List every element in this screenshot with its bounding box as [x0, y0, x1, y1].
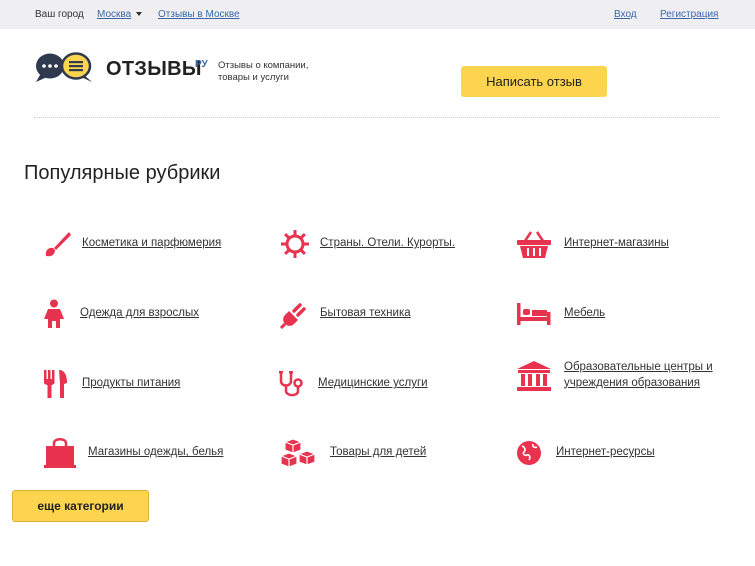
divider [34, 117, 720, 118]
write-review-button[interactable]: Написать отзыв [461, 66, 607, 97]
category-label: Магазины одежды, белья [88, 446, 224, 459]
category-label: Одежда для взрослых [80, 307, 200, 320]
category-label: Косметика и парфюмерия [82, 237, 222, 250]
cubes-icon [278, 438, 320, 468]
category-medical[interactable]: Медицинские услуги [276, 369, 428, 399]
bed-icon [514, 299, 554, 329]
logo-superscript: РУ [195, 59, 208, 70]
category-label: Мебель [564, 307, 606, 320]
sun-icon [280, 229, 310, 259]
category-label: Медицинские услуги [318, 377, 428, 390]
city-reviews-link[interactable]: Отзывы в Москве [158, 9, 240, 20]
register-link[interactable]: Регистрация [660, 9, 718, 20]
category-clothing-stores[interactable]: Магазины одежды, белья [42, 438, 223, 468]
globe-icon [514, 438, 544, 468]
category-kids-goods[interactable]: Товары для детей [278, 438, 426, 468]
category-cosmetics[interactable]: Косметика и парфюмерия [42, 229, 221, 259]
login-link[interactable]: Вход [614, 9, 637, 20]
shopping-bag-icon [42, 438, 78, 468]
more-categories-button[interactable]: еще категории [12, 490, 149, 522]
building-icon [514, 360, 554, 391]
category-education[interactable]: Образовательные центры и учреждения обра… [514, 360, 714, 391]
category-label: Образовательные центры и учреждения обра… [564, 361, 713, 389]
logo-text[interactable]: ОТЗЫВЫ [106, 58, 202, 81]
category-furniture[interactable]: Мебель [514, 299, 605, 329]
logo-icon[interactable] [34, 51, 96, 83]
plug-icon [280, 299, 310, 329]
person-icon [42, 299, 66, 329]
city-label: Ваш город [35, 9, 84, 20]
category-food[interactable]: Продукты питания [42, 369, 180, 399]
brush-icon [42, 229, 72, 259]
category-adult-clothing[interactable]: Одежда для взрослых [42, 299, 199, 329]
category-internet-resources[interactable]: Интернет-ресурсы [514, 438, 655, 468]
category-label: Страны. Отели. Курорты. [320, 237, 455, 250]
basket-icon [514, 229, 554, 259]
stethoscope-icon [276, 369, 306, 399]
category-label: Товары для детей [330, 446, 427, 459]
top-bar: Ваш город Москва Отзывы в Москве Вход Ре… [0, 0, 755, 29]
city-selector-value: Москва [97, 9, 132, 20]
fork-knife-icon [42, 369, 70, 399]
category-label: Интернет-магазины [564, 237, 669, 250]
category-online-shops[interactable]: Интернет-магазины [514, 229, 669, 259]
city-selector[interactable]: Москва [97, 9, 143, 20]
category-label: Бытовая техника [320, 307, 411, 320]
tagline: Отзывы о компании, товары и услуги [218, 60, 309, 83]
category-appliances[interactable]: Бытовая техника [280, 299, 411, 329]
category-travel[interactable]: Страны. Отели. Курорты. [280, 229, 455, 259]
chevron-down-icon [136, 12, 143, 17]
category-label: Продукты питания [82, 377, 181, 390]
category-label: Интернет-ресурсы [556, 446, 655, 459]
section-title: Популярные рубрики [24, 162, 221, 184]
